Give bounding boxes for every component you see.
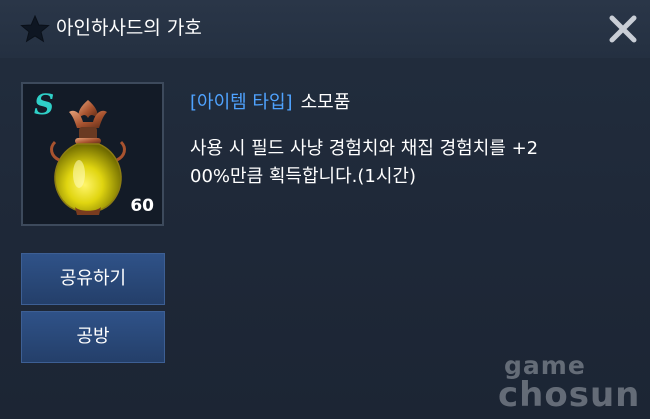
item-count: 60 — [130, 196, 154, 216]
dialog-title: 아인하사드의 가호 — [56, 17, 202, 39]
item-type-value: 소모품 — [300, 92, 351, 113]
close-icon[interactable] — [606, 12, 640, 46]
dialog-titlebar: 아인하사드의 가호 — [0, 0, 650, 58]
item-grade-badge: S — [34, 88, 55, 121]
guild-button[interactable]: 공방 — [21, 311, 165, 363]
share-button[interactable]: 공유하기 — [21, 253, 165, 305]
item-slot: S 60 — [21, 82, 164, 226]
item-type-label: [아이템 타입] — [190, 92, 293, 113]
item-description-line: 사용 시 필드 사냥 경험치와 채집 경험치를 +2 — [190, 138, 539, 159]
item-description-line: 00%만큼 획득합니다.(1시간) — [190, 166, 416, 187]
item-info-dialog: 아인하사드의 가호 S 60 공유하기 공방 [아이템 타입] 소모품 사용 시… — [0, 0, 650, 419]
potion-icon — [50, 100, 126, 215]
star-icon — [20, 14, 50, 43]
item-description: 사용 시 필드 사냥 경험치와 채집 경험치를 +2 00%만큼 획득합니다.(… — [190, 135, 620, 191]
watermark-logo: game chosun — [498, 352, 644, 416]
item-type-row: [아이템 타입] 소모품 — [190, 90, 350, 116]
watermark-text-bottom: chosun — [498, 375, 641, 415]
